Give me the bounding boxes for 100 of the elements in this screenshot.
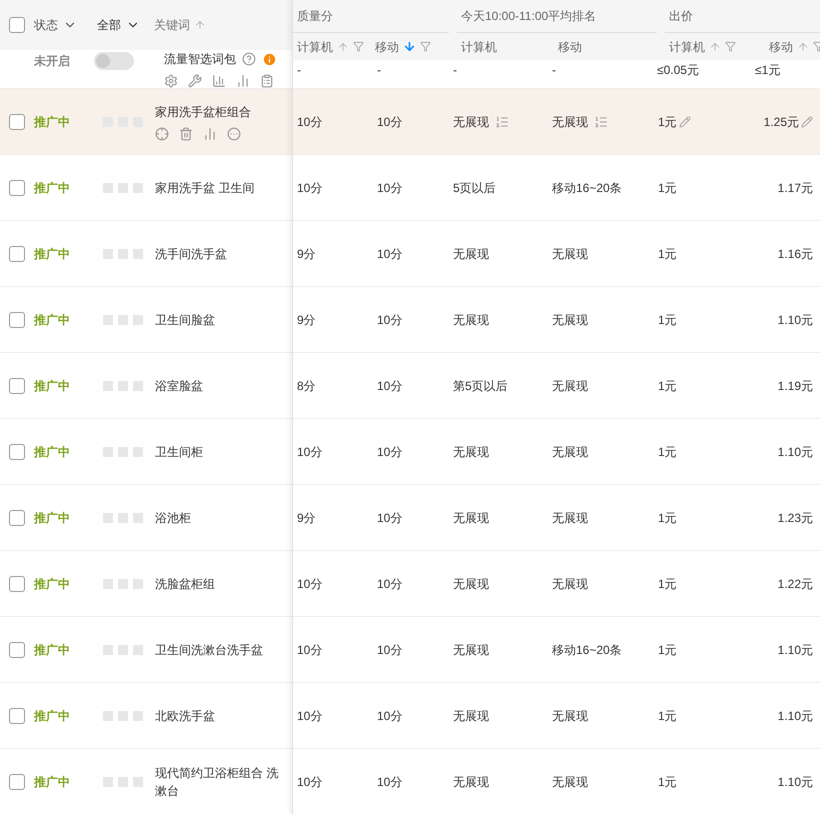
status-text: 推广中 bbox=[34, 246, 71, 262]
sort-up-icon[interactable] bbox=[709, 40, 721, 52]
column-header[interactable]: 关键词 bbox=[154, 16, 190, 34]
column-header[interactable]: 移动 bbox=[558, 38, 582, 56]
checkbox[interactable] bbox=[9, 642, 25, 658]
table-cell-text: 10分 bbox=[297, 114, 322, 130]
table-cell-text: 10分 bbox=[297, 642, 322, 658]
list-icon[interactable] bbox=[594, 114, 608, 128]
info-icon[interactable] bbox=[262, 52, 277, 66]
keyword-text: 家用洗手盆柜组合 bbox=[155, 104, 252, 120]
settings-icon[interactable] bbox=[164, 74, 178, 88]
bar-chart-icon[interactable] bbox=[212, 74, 226, 88]
checkbox[interactable] bbox=[9, 378, 25, 394]
table-cell-text: 1.17元 bbox=[778, 180, 813, 196]
delete-icon[interactable] bbox=[179, 126, 193, 140]
table-cell-text: 1元 bbox=[658, 774, 677, 790]
table-cell-text: 1.10元 bbox=[778, 444, 813, 460]
checkbox[interactable] bbox=[9, 576, 25, 592]
keyword-text: 洗脸盆柜组 bbox=[155, 576, 216, 592]
table-cell-text: 10分 bbox=[377, 246, 402, 262]
table-cell-text: 无展现 bbox=[552, 708, 588, 724]
sort-up-icon[interactable] bbox=[194, 19, 206, 31]
table-cell-text: 无展现 bbox=[453, 510, 489, 526]
table-cell-text: 无展现 bbox=[552, 444, 588, 460]
status-text: 推广中 bbox=[34, 576, 71, 592]
status-filter[interactable]: 状态 bbox=[34, 16, 97, 34]
clipboard-icon[interactable] bbox=[260, 74, 274, 88]
sort-down-icon[interactable] bbox=[403, 40, 416, 53]
table-cell-text: 1.10元 bbox=[778, 774, 813, 790]
table-cell-text: 1元 bbox=[658, 642, 677, 658]
table-cell-text: 无展现 bbox=[453, 576, 489, 592]
table-cell-text: 无展现 bbox=[453, 114, 489, 130]
list-icon[interactable] bbox=[495, 114, 509, 128]
checkbox[interactable] bbox=[9, 114, 25, 130]
checkbox[interactable] bbox=[9, 17, 25, 33]
table-cell-text: 1.23元 bbox=[778, 510, 813, 526]
status-text: 推广中 bbox=[34, 180, 71, 196]
table-cell: - bbox=[552, 63, 556, 77]
table-cell-text: 1.16元 bbox=[778, 246, 813, 262]
table-cell-text: 1元 bbox=[658, 510, 677, 526]
table-cell-text: 10分 bbox=[297, 180, 322, 196]
status-text: 推广中 bbox=[34, 642, 71, 658]
bar-chart-icon[interactable] bbox=[203, 126, 217, 140]
group-header: 出价 bbox=[669, 8, 693, 25]
table-cell-text: 10分 bbox=[297, 576, 322, 592]
table-cell-text: 无展现 bbox=[453, 246, 489, 262]
table-cell: - bbox=[297, 63, 301, 77]
sort-up-icon[interactable] bbox=[337, 40, 349, 52]
status-text: 推广中 bbox=[34, 708, 71, 724]
filter-icon[interactable] bbox=[353, 41, 364, 52]
table-cell-text: 无展现 bbox=[552, 774, 588, 790]
table-cell-text: 无展现 bbox=[453, 312, 489, 328]
table-cell-text: 1.10元 bbox=[778, 708, 813, 724]
checkbox[interactable] bbox=[9, 510, 25, 526]
table-cell-text: 1元 bbox=[658, 708, 677, 724]
wrench-icon[interactable] bbox=[188, 74, 202, 88]
crosshair-icon[interactable] bbox=[155, 126, 169, 140]
status-text: 推广中 bbox=[34, 312, 71, 328]
column-header[interactable]: 移动 bbox=[769, 38, 793, 56]
filter-icon[interactable] bbox=[420, 41, 431, 52]
filter-icon[interactable] bbox=[725, 41, 736, 52]
table-cell-text: 无展现 bbox=[552, 312, 588, 328]
scope-filter[interactable]: 全部 bbox=[97, 16, 154, 34]
bar-chart-icon[interactable] bbox=[236, 74, 250, 88]
checkbox[interactable] bbox=[9, 312, 25, 328]
checkbox[interactable] bbox=[9, 444, 25, 460]
checkbox[interactable] bbox=[9, 246, 25, 262]
toggle-switch[interactable] bbox=[94, 52, 134, 70]
column-header[interactable]: 移动 bbox=[375, 38, 399, 56]
column-header[interactable]: 计算机 bbox=[669, 38, 705, 56]
edit-icon[interactable] bbox=[801, 116, 813, 128]
table-cell-text: 1元 bbox=[658, 576, 677, 592]
table-cell-text: 9分 bbox=[297, 312, 316, 328]
package-name: 流量智选词包 bbox=[164, 51, 236, 68]
help-icon[interactable] bbox=[242, 52, 256, 66]
table-cell: - bbox=[453, 63, 457, 77]
table-cell-text: 10分 bbox=[377, 114, 402, 130]
table-cell-text: 1.10元 bbox=[778, 312, 813, 328]
checkbox[interactable] bbox=[9, 774, 25, 790]
table-cell-text: 移动16~20条 bbox=[552, 642, 622, 658]
table-cell-text: 10分 bbox=[297, 774, 322, 790]
more-icon[interactable] bbox=[227, 126, 241, 140]
table-cell-text: 10分 bbox=[377, 708, 402, 724]
column-header[interactable]: 计算机 bbox=[461, 38, 497, 56]
table-cell-text: 10分 bbox=[377, 576, 402, 592]
sort-up-icon[interactable] bbox=[797, 40, 809, 52]
table-cell-text: 8分 bbox=[297, 378, 316, 394]
table-cell-text: 10分 bbox=[377, 444, 402, 460]
table-cell-text: 10分 bbox=[377, 774, 402, 790]
table-cell-text: 1元 bbox=[658, 246, 677, 262]
checkbox[interactable] bbox=[9, 180, 25, 196]
table-cell-text: 9分 bbox=[297, 510, 316, 526]
table-cell-text: 1.19元 bbox=[778, 378, 813, 394]
checkbox[interactable] bbox=[9, 708, 25, 724]
status-text: 推广中 bbox=[34, 378, 71, 394]
table-cell: ≤0.05元 bbox=[657, 63, 699, 77]
edit-icon[interactable] bbox=[678, 116, 691, 128]
status-text: 推广中 bbox=[34, 444, 71, 460]
table-cell-text: 移动16~20条 bbox=[552, 180, 622, 196]
column-header[interactable]: 计算机 bbox=[297, 38, 333, 56]
